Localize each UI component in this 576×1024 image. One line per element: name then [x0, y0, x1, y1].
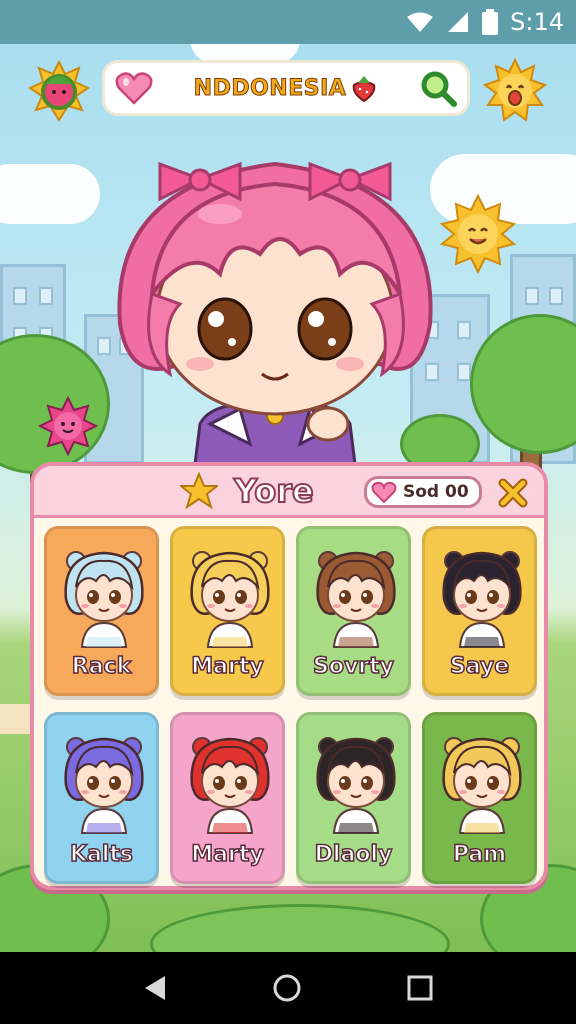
system-nav-bar [0, 952, 576, 1024]
character-name: Dlaoly [314, 841, 393, 868]
character-card[interactable]: Saye [422, 526, 537, 696]
sun-face-icon[interactable] [482, 58, 548, 124]
character-card[interactable]: Kalts [44, 712, 159, 884]
character-card[interactable]: Sovrty [296, 526, 411, 696]
watermelon-sun-icon[interactable] [28, 60, 90, 122]
character-card[interactable]: Dlaoly [296, 712, 411, 884]
character-portrait [190, 737, 270, 834]
main-character-avatar[interactable] [100, 124, 450, 464]
character-name: Pam [452, 841, 507, 868]
character-name: Marty [191, 841, 265, 868]
app-title: NDDONESIA [193, 75, 347, 101]
currency-label: Sod 00 [403, 482, 469, 502]
cloud [0, 164, 100, 224]
close-icon[interactable] [496, 476, 530, 510]
character-portrait [442, 737, 522, 834]
bush [150, 904, 450, 952]
character-name: Rack [71, 653, 132, 680]
currency-display: Sod 00 [364, 476, 482, 508]
back-icon[interactable] [143, 975, 167, 1001]
character-portrait [64, 551, 144, 648]
character-portrait [64, 737, 144, 834]
panel-header: Yore Sod 00 [34, 466, 544, 518]
wifi-icon [407, 12, 434, 32]
character-portrait [316, 551, 396, 648]
character-name: Sovrty [312, 653, 395, 680]
strawberry-icon [353, 76, 376, 103]
panel-title: Yore [233, 471, 315, 511]
sun-face-icon [439, 194, 517, 274]
character-portrait [190, 551, 270, 648]
clock: S:14 [510, 8, 564, 36]
pink-sun-creature-icon [38, 396, 98, 456]
character-card[interactable]: Pam [422, 712, 537, 884]
recents-icon[interactable] [407, 975, 433, 1001]
status-bar: S:14 [0, 0, 576, 44]
heart-icon[interactable] [115, 70, 153, 106]
battery-icon [482, 9, 499, 35]
star-icon [180, 472, 218, 510]
signal-icon [448, 12, 469, 32]
character-card[interactable]: Marty [170, 526, 285, 696]
search-icon[interactable] [419, 69, 457, 107]
character-card[interactable]: Rack [44, 526, 159, 696]
character-name: Kalts [69, 841, 134, 868]
home-icon[interactable] [272, 973, 302, 1003]
character-grid: Rack Marty Sovrty Saye Kalts Marty Dlaoly Pam [44, 526, 537, 884]
top-search-bar: NDDONESIA [102, 60, 470, 116]
character-portrait [316, 737, 396, 834]
character-portrait [442, 551, 522, 648]
heart-icon [371, 481, 397, 504]
character-select-panel: Yore Sod 00 Rack Marty Sovrty Saye Kalts Mart… [30, 462, 548, 890]
character-name: Marty [191, 653, 265, 680]
character-name: Saye [449, 653, 510, 680]
character-card[interactable]: Marty [170, 712, 285, 884]
